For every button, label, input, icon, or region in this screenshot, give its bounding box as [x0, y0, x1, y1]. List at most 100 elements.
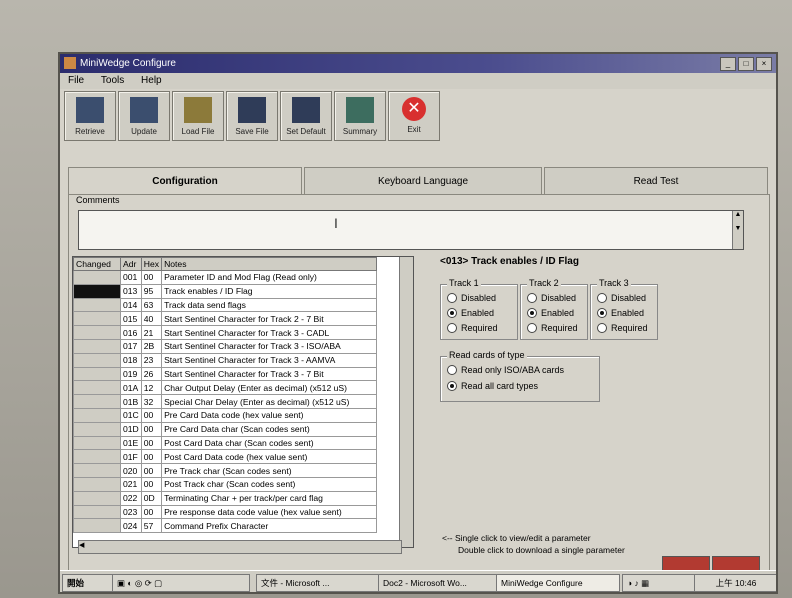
changed-cell[interactable] [73, 504, 121, 520]
track3-disabled-radio[interactable]: Disabled [597, 293, 646, 303]
table-row[interactable]: 01C 00 Pre Card Data code (hex value sent) [73, 407, 378, 423]
close-button[interactable]: × [756, 57, 772, 71]
changed-cell[interactable] [73, 407, 121, 423]
adr-cell[interactable]: 015 [120, 311, 142, 327]
track3-enabled-radio[interactable]: Enabled [597, 308, 644, 318]
comments-field[interactable]: I ▲ ▼ [78, 210, 744, 250]
track2-required-radio[interactable]: Required [527, 323, 578, 333]
exit-button[interactable]: ✕ Exit [388, 91, 440, 141]
notes-cell[interactable]: Command Prefix Character [161, 518, 378, 534]
hex-cell[interactable]: 00 [140, 421, 163, 437]
track1-enabled-radio[interactable]: Enabled [447, 308, 494, 318]
changed-cell[interactable] [73, 366, 121, 382]
adr-cell[interactable]: 01E [120, 435, 142, 451]
adr-cell[interactable]: 013 [120, 283, 142, 299]
hex-cell[interactable]: 00 [140, 407, 163, 423]
menu-tools[interactable]: Tools [101, 75, 124, 86]
changed-cell[interactable] [73, 338, 121, 354]
notes-cell[interactable]: Pre Card Data code (hex value sent) [161, 407, 378, 423]
hex-cell[interactable]: 21 [140, 325, 163, 340]
taskbar-item-word-doc1[interactable]: 文件 - Microsoft ... [256, 574, 380, 592]
changed-cell[interactable] [73, 518, 121, 534]
adr-cell[interactable]: 016 [120, 325, 142, 340]
table-row[interactable]: 01D 00 Pre Card Data char (Scan codes sent… [73, 421, 378, 437]
notes-cell[interactable]: Pre response data code value (hex value … [161, 504, 378, 520]
track1-required-radio[interactable]: Required [447, 323, 498, 333]
menu-help[interactable]: Help [141, 75, 162, 86]
notes-cell[interactable]: Start Sentinel Character for Track 3 - A… [161, 352, 378, 368]
hex-cell[interactable]: 2B [140, 338, 163, 354]
notes-cell[interactable]: Track data send flags [161, 297, 378, 313]
adr-cell[interactable]: 020 [120, 463, 142, 478]
grid-horizontal-scrollbar[interactable]: ◀ [78, 540, 402, 554]
notes-cell[interactable]: Track enables / ID Flag [161, 283, 378, 299]
read-all-types-radio[interactable]: Read all card types [447, 381, 538, 391]
adr-cell[interactable]: 01A [120, 380, 142, 396]
table-row[interactable]: 014 63 Track data send flags [73, 297, 378, 313]
changed-cell[interactable] [73, 297, 121, 313]
parameter-grid[interactable]: Changed Adr Hex Notes 001 00 Parameter ID … [72, 256, 414, 548]
table-row[interactable]: 01A 12 Char Output Delay (Enter as decimal… [73, 380, 378, 396]
comments-scrollbar[interactable]: ▲ ▼ [732, 211, 743, 249]
adr-cell[interactable]: 022 [120, 490, 142, 506]
notes-cell[interactable]: Special Char Delay (Enter as decimal) (x… [161, 394, 378, 409]
adr-cell[interactable]: 01B [120, 394, 142, 409]
table-row[interactable]: 022 0D Terminating Char + per track/per ca… [73, 490, 378, 506]
hex-cell[interactable]: 40 [140, 311, 163, 327]
load-file-button[interactable]: Load File [172, 91, 224, 141]
adr-cell[interactable]: 023 [120, 504, 142, 520]
hex-cell[interactable]: 63 [140, 297, 163, 313]
adr-cell[interactable]: 01F [120, 449, 142, 465]
tab-read-test[interactable]: Read Test [544, 167, 768, 196]
retrieve-button[interactable]: Retrieve [64, 91, 116, 141]
adr-cell[interactable]: 001 [120, 270, 142, 285]
changed-cell[interactable] [73, 421, 121, 437]
table-row[interactable]: 024 57 Command Prefix Character [73, 518, 378, 534]
adr-cell[interactable]: 014 [120, 297, 142, 313]
adr-cell[interactable]: 021 [120, 476, 142, 492]
hex-cell[interactable]: 0D [140, 490, 163, 506]
changed-cell[interactable] [73, 352, 121, 368]
hex-cell[interactable]: 32 [140, 394, 163, 409]
save-file-button[interactable]: Save File [226, 91, 278, 141]
notes-cell[interactable]: Parameter ID and Mod Flag (Read only) [161, 270, 378, 285]
track2-enabled-radio[interactable]: Enabled [527, 308, 574, 318]
notes-cell[interactable]: Start Sentinel Character for Track 3 - 7… [161, 366, 378, 382]
adr-cell[interactable]: 024 [120, 518, 142, 534]
track3-required-radio[interactable]: Required [597, 323, 648, 333]
hex-cell[interactable]: 00 [140, 476, 163, 492]
notes-cell[interactable]: Post Card Data char (Scan codes sent) [161, 435, 378, 451]
table-row[interactable]: 01B 32 Special Char Delay (Enter as decima… [73, 394, 378, 409]
table-row[interactable]: 019 26 Start Sentinel Character for Track … [73, 366, 378, 382]
update-button[interactable]: Update [118, 91, 170, 141]
adr-cell[interactable]: 018 [120, 352, 142, 368]
notes-cell[interactable]: Terminating Char + per track/per card fl… [161, 490, 378, 506]
read-iso-only-radio[interactable]: Read only ISO/ABA cards [447, 365, 564, 375]
hex-cell[interactable]: 26 [140, 366, 163, 382]
changed-cell[interactable] [73, 463, 121, 478]
hex-cell[interactable]: 95 [140, 283, 163, 299]
hex-cell[interactable]: 00 [140, 463, 163, 478]
hex-cell[interactable]: 12 [140, 380, 163, 396]
hex-cell[interactable]: 00 [140, 504, 163, 520]
taskbar-item-miniwedge[interactable]: MiniWedge Configure [496, 574, 620, 592]
notes-cell[interactable]: Start Sentinel Character for Track 3 - I… [161, 338, 378, 354]
notes-cell[interactable]: Char Output Delay (Enter as decimal) (x5… [161, 380, 378, 396]
table-row[interactable]: 015 40 Start Sentinel Character for Track … [73, 311, 378, 327]
table-row[interactable]: 013 95 Track enables / ID Flag [73, 283, 378, 299]
menu-file[interactable]: File [68, 75, 84, 86]
table-row[interactable]: 016 21 Start Sentinel Character for Track … [73, 325, 378, 340]
track1-disabled-radio[interactable]: Disabled [447, 293, 496, 303]
hex-cell[interactable]: 00 [140, 449, 163, 465]
table-row[interactable]: 017 2B Start Sentinel Character for Track … [73, 338, 378, 354]
hex-cell[interactable]: 00 [140, 435, 163, 451]
table-row[interactable]: 020 00 Pre Track char (Scan codes sent) [73, 463, 378, 478]
changed-cell[interactable] [73, 476, 121, 492]
taskbar-item-word-doc2[interactable]: Doc2 - Microsoft Wo... [378, 574, 498, 592]
changed-cell[interactable] [73, 435, 121, 451]
changed-cell[interactable] [73, 490, 121, 506]
grid-vertical-scrollbar[interactable] [399, 257, 413, 547]
table-row[interactable]: 023 00 Pre response data code value (hex v… [73, 504, 378, 520]
changed-cell[interactable] [73, 311, 121, 327]
hex-cell[interactable]: 23 [140, 352, 163, 368]
